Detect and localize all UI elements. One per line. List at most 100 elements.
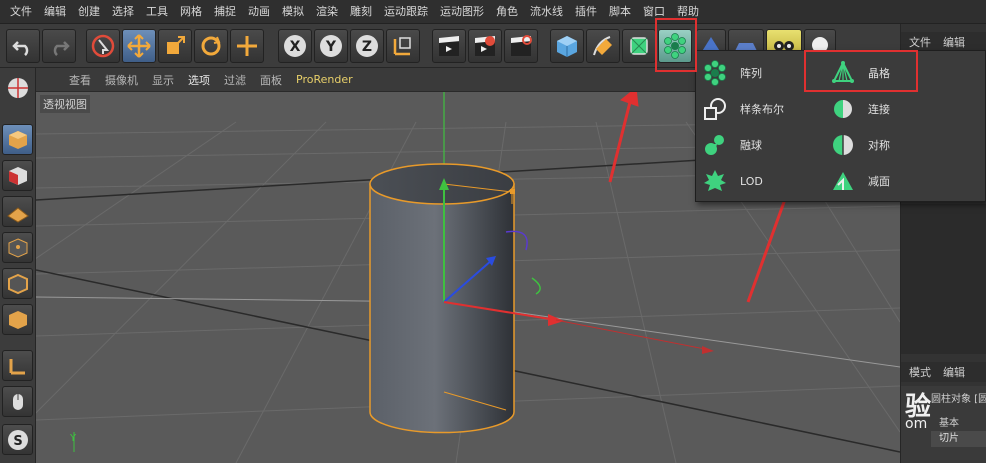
- axis-mode-button[interactable]: [2, 350, 33, 381]
- menu-script[interactable]: 脚本: [603, 0, 637, 24]
- viewport-menu-panel[interactable]: 面板: [253, 72, 289, 88]
- menu-select[interactable]: 选择: [106, 0, 140, 24]
- render-to-picture-viewer-button[interactable]: [468, 29, 502, 63]
- live-select-icon: [91, 34, 115, 58]
- object-manager-header: 文件 编辑: [901, 32, 986, 52]
- dropdown-item-symmetry[interactable]: 对称: [828, 129, 890, 161]
- dropdown-item-connect[interactable]: 连接: [828, 93, 890, 125]
- dropdown-item-array[interactable]: 阵列: [700, 57, 762, 89]
- globe-icon: [7, 77, 28, 98]
- viewport-label: 透视视图: [40, 95, 90, 113]
- recent-tool-button[interactable]: [230, 29, 264, 63]
- scale-icon: [167, 36, 185, 54]
- menu-simulate[interactable]: 模拟: [276, 0, 310, 24]
- render-globe-button[interactable]: [2, 72, 33, 103]
- viewport-menu-view[interactable]: 查看: [62, 72, 98, 88]
- spline-pen-button[interactable]: [586, 29, 620, 63]
- viewport-menu-camera[interactable]: 摄像机: [98, 72, 145, 88]
- snap-button[interactable]: S: [2, 424, 33, 455]
- live-select-button[interactable]: [86, 29, 120, 63]
- menu-character[interactable]: 角色: [490, 0, 524, 24]
- viewport-axis-indicator: Y: [69, 432, 77, 452]
- z-axis-lock-button[interactable]: Z: [350, 29, 384, 63]
- cube-primitive-button[interactable]: [550, 29, 584, 63]
- array-icon: [700, 58, 730, 88]
- highlight-box-array-button: [655, 18, 697, 72]
- points-icon: [8, 237, 27, 258]
- svg-text:S: S: [13, 434, 22, 449]
- watermark-text-2: om: [905, 416, 928, 432]
- object-manager-file-tab[interactable]: 文件: [909, 34, 931, 50]
- dropdown-item-metaball[interactable]: 融球: [700, 129, 762, 161]
- lod-icon: [700, 166, 730, 196]
- cube-icon: [557, 36, 577, 57]
- x-axis-lock-button[interactable]: X: [278, 29, 312, 63]
- dropdown-item-lod[interactable]: LOD: [700, 165, 763, 197]
- cylinder-object: [369, 163, 515, 434]
- workplane-button[interactable]: [2, 196, 33, 227]
- dropdown-item-spline-boolean[interactable]: 样条布尔: [700, 93, 784, 125]
- viewport-menu-display[interactable]: 显示: [145, 72, 181, 88]
- move-icon: [127, 34, 151, 58]
- svg-text:Z: Z: [362, 39, 372, 55]
- grid-plane-icon: [6, 206, 29, 223]
- edges-icon: [7, 273, 28, 294]
- menu-mograph[interactable]: 运动图形: [434, 0, 490, 24]
- x-axis-icon: X: [284, 35, 306, 57]
- menu-pipeline[interactable]: 流水线: [524, 0, 569, 24]
- menu-bar: 文件 编辑 创建 选择 工具 网格 捕捉 动画 模拟 渲染 雕刻 运动跟踪 运动…: [0, 0, 986, 24]
- object-manager-edit-tab[interactable]: 编辑: [943, 34, 965, 50]
- edges-mode-button[interactable]: [2, 268, 33, 299]
- texture-mode-button[interactable]: [2, 160, 33, 191]
- svg-text:X: X: [290, 39, 301, 55]
- render-settings-button[interactable]: [504, 29, 538, 63]
- crosshair-icon: [237, 36, 257, 56]
- menu-file[interactable]: 文件: [4, 0, 38, 24]
- attribute-mode-tab[interactable]: 模式: [909, 364, 931, 380]
- menu-mesh[interactable]: 网格: [174, 0, 208, 24]
- connect-icon: [828, 94, 858, 124]
- undo-button[interactable]: [6, 29, 40, 63]
- menu-sculpt[interactable]: 雕刻: [344, 0, 378, 24]
- snap-s-icon: S: [7, 429, 28, 450]
- pen-icon: [593, 36, 612, 56]
- attribute-edit-tab[interactable]: 编辑: [943, 364, 965, 380]
- mode-palette: S: [0, 68, 36, 463]
- clapboard-gear-icon: [511, 35, 532, 56]
- coordinate-system-button[interactable]: [386, 29, 420, 63]
- menu-animate[interactable]: 动画: [242, 0, 276, 24]
- menu-plugins[interactable]: 插件: [569, 0, 603, 24]
- attribute-tab-slice[interactable]: 切片: [931, 431, 986, 447]
- render-view-button[interactable]: [432, 29, 466, 63]
- redo-button[interactable]: [42, 29, 76, 63]
- menu-edit[interactable]: 编辑: [38, 0, 72, 24]
- points-mode-button[interactable]: [2, 232, 33, 263]
- dropdown-label: 减面: [868, 175, 890, 188]
- mouse-icon: [12, 393, 23, 410]
- viewport-menu-filter[interactable]: 过滤: [217, 72, 253, 88]
- y-axis-lock-button[interactable]: Y: [314, 29, 348, 63]
- menu-snap[interactable]: 捕捉: [208, 0, 242, 24]
- menu-tools[interactable]: 工具: [140, 0, 174, 24]
- attribute-tab-basic[interactable]: 基本: [939, 414, 959, 429]
- menu-render[interactable]: 渲染: [310, 0, 344, 24]
- polygons-mode-button[interactable]: [2, 304, 33, 335]
- viewport-menu-prorender[interactable]: ProRender: [289, 73, 360, 86]
- tweak-mode-button[interactable]: [2, 386, 33, 417]
- object-manager-body: [901, 204, 986, 354]
- viewport-menu-options[interactable]: 选项: [181, 72, 217, 88]
- move-tool-button[interactable]: [122, 29, 156, 63]
- checker-icon: [8, 166, 27, 185]
- scale-tool-button[interactable]: [158, 29, 192, 63]
- spline-boolean-icon: [700, 94, 730, 124]
- rotate-tool-button[interactable]: [194, 29, 228, 63]
- axis-y-label: Y: [69, 433, 77, 444]
- y-axis-icon: Y: [320, 35, 342, 57]
- subdivision-surface-button[interactable]: [622, 29, 656, 63]
- menu-create[interactable]: 创建: [72, 0, 106, 24]
- model-mode-button[interactable]: [2, 124, 33, 155]
- menu-motion-tracker[interactable]: 运动跟踪: [378, 0, 434, 24]
- dropdown-item-polygon-reduction[interactable]: 减面: [828, 165, 890, 197]
- redo-icon: [53, 41, 70, 56]
- dropdown-label: 样条布尔: [740, 103, 784, 116]
